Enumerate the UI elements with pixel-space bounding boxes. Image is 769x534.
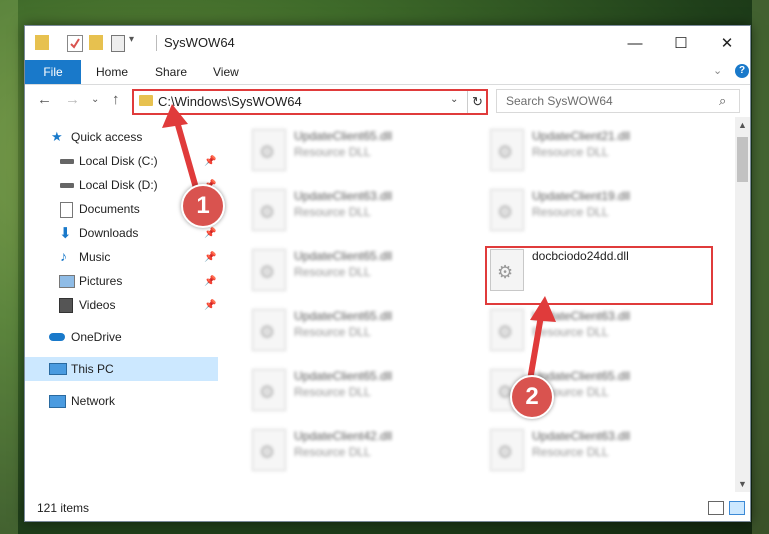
arrow-2-head (530, 296, 556, 322)
annotation-arrows (162, 104, 556, 381)
step-2-badge: 2 (510, 375, 554, 419)
step-1-badge: 1 (181, 184, 225, 228)
arrow-1 (173, 117, 199, 189)
arrow-1-head (162, 104, 188, 128)
